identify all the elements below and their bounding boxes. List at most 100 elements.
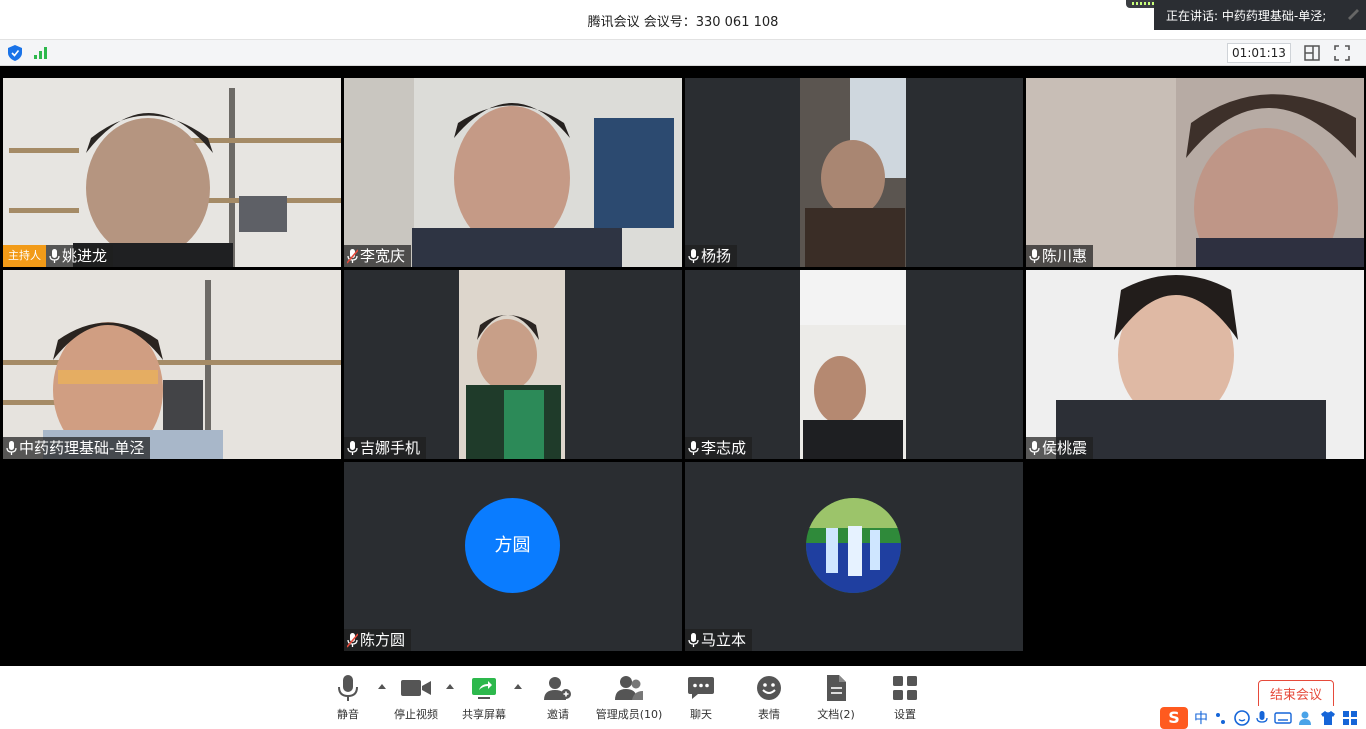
participant-name-tag: 陈川惠 xyxy=(1026,245,1094,267)
share-screen-button[interactable]: 共享屏幕 xyxy=(458,674,510,724)
mute-button[interactable]: 静音 xyxy=(328,674,368,724)
video-frame-graphic xyxy=(344,78,682,267)
stop-video-button[interactable]: 停止视频 xyxy=(388,674,444,724)
video-tile-participant-2[interactable]: 李宽庆 xyxy=(344,78,682,267)
avatar xyxy=(806,498,901,593)
video-tile-participant-4[interactable]: 陈川惠 xyxy=(1026,78,1364,267)
security-shield-icon[interactable] xyxy=(8,45,22,61)
microphone-icon xyxy=(6,440,17,455)
chat-button[interactable]: 聊天 xyxy=(682,674,720,724)
avatar: 方圆 xyxy=(465,498,560,593)
title-bar: 腾讯会议 会议号：330 061 108 正在讲话: 中药药理基础-单泾; xyxy=(0,0,1366,40)
members-icon xyxy=(615,676,643,700)
video-frame-graphic xyxy=(1026,270,1364,459)
video-frame-graphic xyxy=(685,270,1023,459)
mute-options-caret[interactable] xyxy=(378,684,386,689)
document-icon xyxy=(827,675,846,701)
network-signal-icon[interactable] xyxy=(34,45,50,59)
participant-name-tag: 杨扬 xyxy=(685,245,738,267)
video-options-caret[interactable] xyxy=(446,684,454,689)
microphone-icon xyxy=(688,440,699,455)
status-bar: 01:01:13 xyxy=(0,40,1366,66)
video-tile-participant-9[interactable]: 方圆 陈方圆 xyxy=(344,462,682,651)
participant-name: 陈川惠 xyxy=(1042,247,1088,265)
participant-name: 侯桃震 xyxy=(1042,439,1088,457)
smiley-icon xyxy=(757,676,781,700)
microphone-muted-icon xyxy=(347,632,358,648)
add-user-icon xyxy=(544,677,571,700)
layout-toggle-icon[interactable] xyxy=(1303,44,1321,62)
host-badge: 主持人 xyxy=(3,245,46,267)
reactions-label: 表情 xyxy=(758,708,780,721)
punctuation-icon[interactable] xyxy=(1214,711,1228,725)
participant-name: 中药药理基础-单泾 xyxy=(19,439,145,457)
video-tile-participant-6[interactable]: 吉娜手机 xyxy=(344,270,682,459)
ime-toolbar: S 中 xyxy=(1160,706,1366,729)
share-screen-icon xyxy=(472,678,496,699)
active-speaker-banner: 正在讲话: 中药药理基础-单泾; xyxy=(1154,0,1366,30)
participant-name-tag: 吉娜手机 xyxy=(344,437,427,459)
chat-label: 聊天 xyxy=(690,708,712,721)
video-feed xyxy=(3,78,341,267)
skin-shirt-icon[interactable] xyxy=(1320,710,1336,726)
microphone-icon xyxy=(1029,248,1040,263)
video-frame-graphic xyxy=(3,78,341,267)
mute-label: 静音 xyxy=(337,708,359,721)
participant-name-tag: 陈方圆 xyxy=(344,629,412,651)
ime-mode[interactable]: 中 xyxy=(1194,708,1208,728)
toolbox-grid-icon[interactable] xyxy=(1342,710,1358,726)
video-tile-participant-10[interactable]: 马立本 xyxy=(685,462,1023,651)
participant-name-tag: 侯桃震 xyxy=(1026,437,1094,459)
keyboard-icon[interactable] xyxy=(1274,711,1292,725)
video-frame-graphic xyxy=(685,78,1023,267)
video-camera-icon xyxy=(401,680,431,696)
reactions-button[interactable]: 表情 xyxy=(750,674,788,724)
microphone-muted-icon xyxy=(347,248,358,264)
manage-members-label: 管理成员(10) xyxy=(595,708,663,721)
participant-name: 李志成 xyxy=(701,439,747,457)
waterfall-avatar-image xyxy=(806,498,901,593)
settings-button[interactable]: 设置 xyxy=(886,674,924,724)
participant-name-tag: 马立本 xyxy=(685,629,753,651)
participant-name: 李宽庆 xyxy=(360,247,406,265)
participant-name-tag: 主持人 姚进龙 xyxy=(3,245,114,267)
stop-video-label: 停止视频 xyxy=(394,708,438,721)
user-settings-icon[interactable] xyxy=(1298,710,1314,726)
grid-settings-icon xyxy=(893,676,917,700)
settings-label: 设置 xyxy=(894,708,916,721)
video-tile-participant-7[interactable]: 李志成 xyxy=(685,270,1023,459)
emoji-icon[interactable] xyxy=(1234,709,1250,726)
fullscreen-icon[interactable] xyxy=(1333,44,1351,62)
microphone-icon xyxy=(347,440,358,455)
documents-button[interactable]: 文档(2) xyxy=(814,674,858,724)
share-options-caret[interactable] xyxy=(514,684,522,689)
participant-name: 吉娜手机 xyxy=(360,439,421,457)
video-frame-graphic xyxy=(1026,78,1364,267)
video-frame-graphic xyxy=(3,270,341,459)
participant-name-tag: 李宽庆 xyxy=(344,245,412,267)
participant-name: 杨扬 xyxy=(701,247,732,265)
microphone-icon xyxy=(49,248,60,263)
meeting-toolbar: 静音 停止视频 共享屏幕 邀请 管理成员(10) 聊天 表情 文档(2) 设置 … xyxy=(0,666,1366,729)
share-screen-label: 共享屏幕 xyxy=(462,708,506,721)
pin-icon[interactable] xyxy=(1344,4,1362,22)
participant-name: 姚进龙 xyxy=(62,247,108,265)
participant-name-tag: 中药药理基础-单泾 xyxy=(3,437,151,459)
invite-label: 邀请 xyxy=(547,708,569,721)
video-tile-participant-3[interactable]: 杨扬 xyxy=(685,78,1023,267)
microphone-icon xyxy=(338,675,358,701)
participant-name-tag: 李志成 xyxy=(685,437,753,459)
video-frame-graphic xyxy=(344,270,682,459)
voice-input-icon[interactable] xyxy=(1256,710,1268,726)
video-tile-participant-1[interactable]: 主持人 姚进龙 xyxy=(3,78,341,267)
meeting-timer: 01:01:13 xyxy=(1227,43,1291,63)
invite-button[interactable]: 邀请 xyxy=(538,674,578,724)
video-tile-participant-8[interactable]: 侯桃震 xyxy=(1026,270,1364,459)
chat-bubble-icon xyxy=(688,677,714,699)
participant-name: 马立本 xyxy=(701,631,747,649)
microphone-icon xyxy=(1029,440,1040,455)
manage-members-button[interactable]: 管理成员(10) xyxy=(594,674,664,724)
video-tile-participant-5[interactable]: 中药药理基础-单泾 xyxy=(3,270,341,459)
microphone-icon xyxy=(688,632,699,647)
ime-logo[interactable]: S xyxy=(1160,706,1188,729)
